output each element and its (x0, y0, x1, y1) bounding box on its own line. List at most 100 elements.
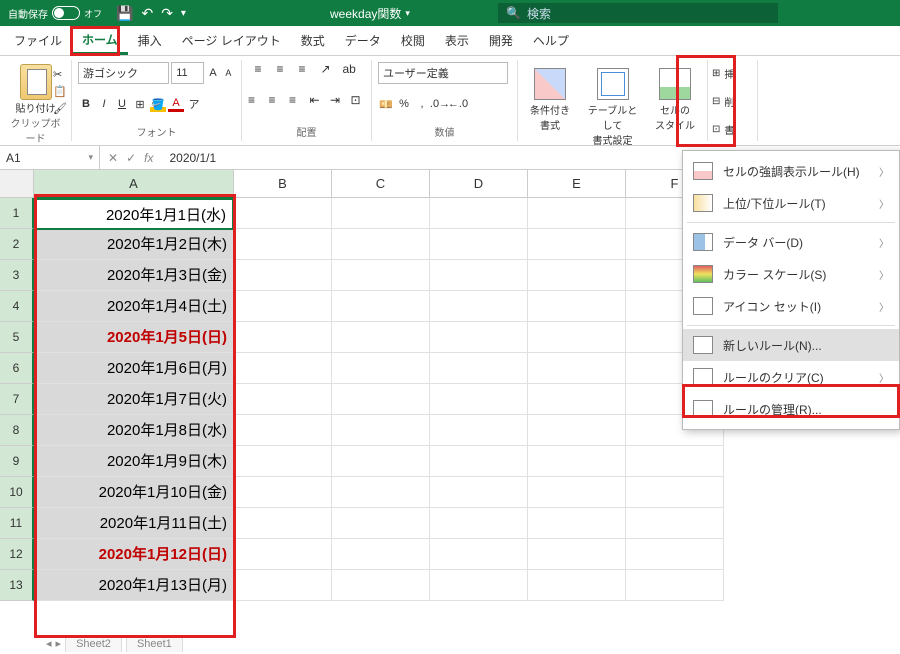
cell-A11[interactable]: 2020年1月11日(土) (34, 508, 234, 539)
cell[interactable] (332, 198, 430, 229)
cell[interactable] (626, 508, 724, 539)
cell[interactable] (430, 229, 528, 260)
delete-cells-button[interactable]: ⊟ 削 (712, 94, 753, 109)
cell[interactable] (332, 477, 430, 508)
col-header-B[interactable]: B (234, 170, 332, 198)
dropdown-icon[interactable]: ▾ (405, 8, 410, 19)
tab-review[interactable]: 校閲 (391, 28, 435, 53)
cancel-icon[interactable]: ✕ (108, 151, 118, 165)
cell[interactable] (234, 198, 332, 229)
menu-manage-rules[interactable]: ルールの管理(R)... (683, 393, 899, 425)
cell-A13[interactable]: 2020年1月13日(月) (34, 570, 234, 601)
cell[interactable] (234, 446, 332, 477)
percent-icon[interactable]: % (396, 96, 412, 112)
cell[interactable] (332, 570, 430, 601)
font-name-select[interactable]: 游ゴシック (78, 62, 169, 84)
conditional-format-button[interactable]: 条件付き 書式 (522, 66, 578, 134)
cell[interactable] (332, 260, 430, 291)
cell[interactable] (332, 353, 430, 384)
sheet-tab[interactable]: Sheet2 (65, 635, 122, 652)
shrink-font-icon[interactable]: A (222, 65, 235, 81)
cell-styles-button[interactable]: セルの スタイル (647, 66, 703, 134)
bold-button[interactable]: B (78, 96, 94, 112)
font-color-icon[interactable]: A (168, 96, 184, 112)
menu-clear-rules[interactable]: ルールのクリア(C)〉 (683, 361, 899, 393)
menu-icon-sets[interactable]: アイコン セット(I)〉 (683, 290, 899, 322)
tab-layout[interactable]: ページ レイアウト (172, 28, 291, 53)
qat-more-icon[interactable]: ▾ (181, 8, 186, 19)
cell[interactable] (430, 384, 528, 415)
fx-icon[interactable]: fx (144, 151, 153, 165)
cell[interactable] (528, 291, 626, 322)
tab-home[interactable]: ホーム (72, 27, 128, 55)
row-header[interactable]: 7 (0, 384, 34, 415)
enter-icon[interactable]: ✓ (126, 151, 136, 165)
cell[interactable] (430, 446, 528, 477)
menu-data-bars[interactable]: データ バー(D)〉 (683, 226, 899, 258)
cell[interactable] (626, 570, 724, 601)
cell-A9[interactable]: 2020年1月9日(木) (34, 446, 234, 477)
cell-A7[interactable]: 2020年1月7日(火) (34, 384, 234, 415)
tab-formulas[interactable]: 数式 (291, 28, 335, 53)
cell[interactable] (332, 539, 430, 570)
cell-A5[interactable]: 2020年1月5日(日) (34, 322, 234, 353)
sheet-tab[interactable]: Sheet1 (126, 635, 183, 652)
cell[interactable] (234, 384, 332, 415)
cell-A6[interactable]: 2020年1月6日(月) (34, 353, 234, 384)
tab-view[interactable]: 表示 (435, 28, 479, 53)
inc-decimal-icon[interactable]: .0→ (432, 96, 448, 112)
dec-decimal-icon[interactable]: ←.0 (450, 96, 466, 112)
align-right-icon[interactable]: ≡ (289, 93, 304, 107)
row-header[interactable]: 6 (0, 353, 34, 384)
menu-highlight-rules[interactable]: セルの強調表示ルール(H)〉 (683, 155, 899, 187)
align-center-icon[interactable]: ≡ (269, 93, 284, 107)
font-size-select[interactable]: 11 (171, 62, 204, 84)
row-header[interactable]: 8 (0, 415, 34, 446)
cell[interactable] (430, 198, 528, 229)
insert-cells-button[interactable]: ⊞ 挿 (712, 66, 753, 81)
row-header[interactable]: 2 (0, 229, 34, 260)
cell[interactable] (430, 570, 528, 601)
cell[interactable] (234, 353, 332, 384)
cell[interactable] (234, 260, 332, 291)
cell[interactable] (626, 446, 724, 477)
grow-font-icon[interactable]: A (206, 65, 219, 81)
cell[interactable] (528, 322, 626, 353)
cell-A2[interactable]: 2020年1月2日(木) (34, 229, 234, 260)
cell[interactable] (234, 415, 332, 446)
comma-icon[interactable]: , (414, 96, 430, 112)
row-header[interactable]: 12 (0, 539, 34, 570)
cell-A8[interactable]: 2020年1月8日(水) (34, 415, 234, 446)
row-header[interactable]: 5 (0, 322, 34, 353)
cell[interactable] (234, 570, 332, 601)
indent-dec-icon[interactable]: ⇤ (310, 93, 325, 107)
cell[interactable] (234, 477, 332, 508)
number-format-select[interactable]: ユーザー定義 (378, 62, 508, 84)
italic-button[interactable]: I (96, 96, 112, 112)
cell[interactable] (528, 446, 626, 477)
cell[interactable] (528, 570, 626, 601)
cut-icon[interactable]: ✂ (53, 68, 67, 81)
cell[interactable] (234, 322, 332, 353)
cell[interactable] (626, 539, 724, 570)
cell[interactable] (234, 508, 332, 539)
format-as-table-button[interactable]: テーブルとして 書式設定 (585, 66, 641, 149)
cell[interactable] (332, 446, 430, 477)
cell-A12[interactable]: 2020年1月12日(日) (34, 539, 234, 570)
orientation-icon[interactable]: ↗ (321, 62, 337, 76)
cell-A1[interactable]: 2020年1月1日(水) (34, 198, 234, 230)
border-icon[interactable]: ⊞ (132, 96, 148, 112)
merge-icon[interactable]: ⊡ (351, 93, 366, 107)
menu-new-rule[interactable]: 新しいルール(N)... (683, 329, 899, 361)
format-cells-button[interactable]: ⊡ 書 (712, 122, 753, 137)
select-all-corner[interactable] (0, 170, 34, 198)
cell-A4[interactable]: 2020年1月4日(土) (34, 291, 234, 322)
cell[interactable] (528, 198, 626, 229)
menu-color-scales[interactable]: カラー スケール(S)〉 (683, 258, 899, 290)
tab-dev[interactable]: 開発 (479, 28, 523, 53)
cell[interactable] (528, 384, 626, 415)
align-top-icon[interactable]: ≡ (255, 62, 271, 76)
currency-icon[interactable]: 💴 (378, 96, 394, 112)
cell[interactable] (430, 539, 528, 570)
redo-icon[interactable]: ↷ (161, 5, 173, 22)
